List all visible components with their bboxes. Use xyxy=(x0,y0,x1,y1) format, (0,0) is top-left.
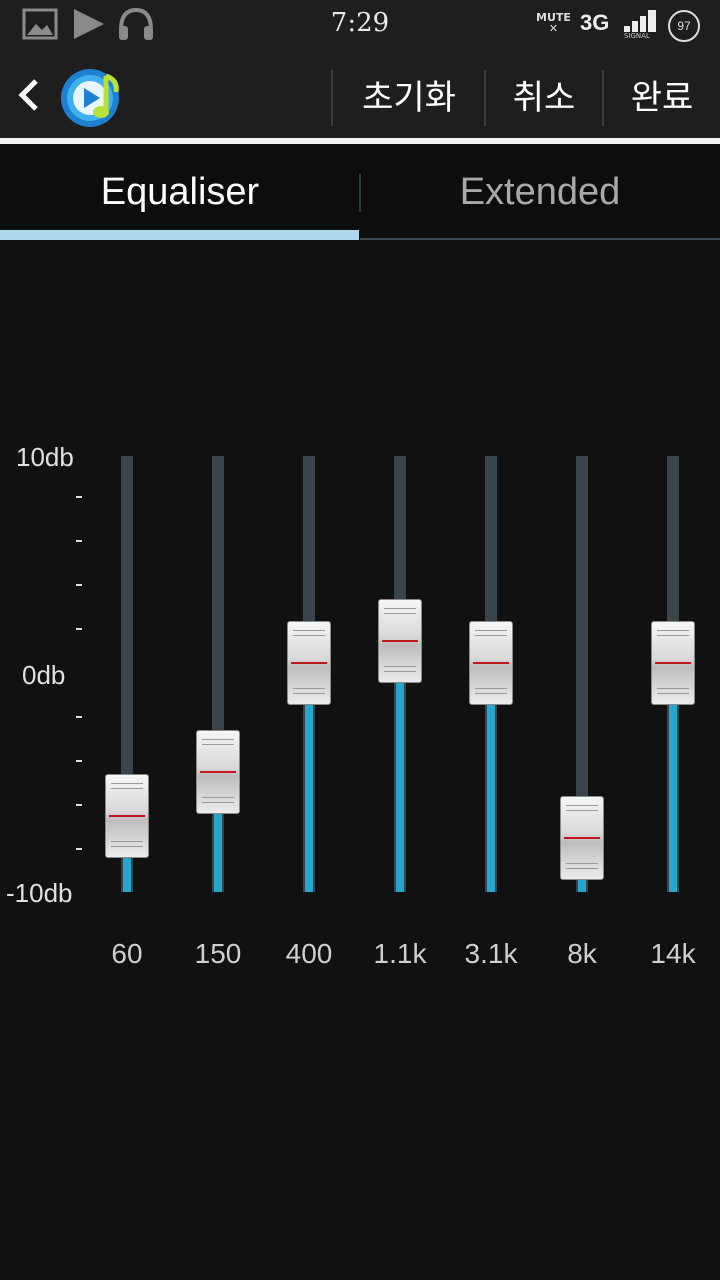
thumb-grip-line xyxy=(202,797,234,799)
thumb-center-line xyxy=(564,836,600,839)
thumb-center-line xyxy=(109,814,145,817)
db-tick xyxy=(76,848,82,850)
thumb-grip-line xyxy=(566,862,598,864)
thumb-grip-line xyxy=(475,635,507,637)
eq-band-label: 150 xyxy=(194,938,242,969)
mute-indicator: MUTE ✕ xyxy=(536,11,571,35)
thumb-center-line xyxy=(473,662,509,665)
thumb-center-line xyxy=(655,662,691,665)
db-tick xyxy=(76,496,82,498)
thumb-center-line xyxy=(291,662,327,665)
eq-slider-thumb-8k[interactable] xyxy=(560,795,604,880)
chevron-left-icon[interactable] xyxy=(14,78,44,112)
thumb-grip-line xyxy=(293,630,325,632)
db-tick xyxy=(76,804,82,806)
eq-slider-thumb-60[interactable] xyxy=(105,773,149,858)
tab-indicator xyxy=(0,230,359,240)
eq-slider-thumb-14k[interactable] xyxy=(651,621,695,706)
thumb-grip-line xyxy=(111,782,143,784)
action-bar: 초기화 취소 완료 xyxy=(0,50,720,138)
eq-band-label: 400 xyxy=(285,938,333,969)
music-player-icon[interactable] xyxy=(60,66,124,130)
db-tick xyxy=(76,584,82,586)
tab-underline xyxy=(360,238,720,240)
tab-equaliser[interactable]: Equaliser xyxy=(0,144,360,240)
db-min-label: -10db xyxy=(6,878,73,908)
reset-button[interactable]: 초기화 xyxy=(334,70,484,126)
db-tick xyxy=(76,760,82,762)
eq-band-label: 60 xyxy=(111,938,143,969)
thumb-grip-line xyxy=(202,739,234,741)
thumb-grip-line xyxy=(293,688,325,690)
signal-label: SIGNAL xyxy=(624,32,650,40)
db-tick xyxy=(76,716,82,718)
thumb-grip-line xyxy=(566,809,598,811)
eq-slider-thumb-150[interactable] xyxy=(196,730,240,815)
status-bar: 7:29 MUTE ✕ 3G SIGNAL 97 xyxy=(0,0,720,50)
thumb-grip-line xyxy=(657,693,689,695)
thumb-grip-line xyxy=(475,630,507,632)
tab-extended[interactable]: Extended xyxy=(360,144,720,240)
thumb-grip-line xyxy=(475,693,507,695)
thumb-grip-line xyxy=(657,630,689,632)
db-zero-label: 0db xyxy=(22,660,66,690)
thumb-grip-line xyxy=(202,744,234,746)
db-max-label: 10db xyxy=(16,442,74,472)
thumb-center-line xyxy=(200,771,236,774)
tab-bar: Equaliser Extended xyxy=(0,144,720,240)
thumb-grip-line xyxy=(657,688,689,690)
eq-band-label: 3.1k xyxy=(464,938,518,969)
thumb-grip-line xyxy=(566,804,598,806)
thumb-grip-line xyxy=(475,688,507,690)
thumb-grip-line xyxy=(384,608,416,610)
thumb-grip-line xyxy=(566,867,598,869)
status-time: 7:29 xyxy=(330,8,390,38)
thumb-grip-line xyxy=(111,787,143,789)
network-type: 3G xyxy=(580,10,610,35)
db-tick xyxy=(76,540,82,542)
battery-indicator: 97 xyxy=(668,10,700,42)
thumb-center-line xyxy=(382,640,418,643)
db-tick xyxy=(76,628,82,630)
thumb-grip-line xyxy=(657,635,689,637)
eq-band-label: 14k xyxy=(650,938,696,969)
eq-slider-thumb-3.1k[interactable] xyxy=(469,621,513,706)
thumb-grip-line xyxy=(293,693,325,695)
thumb-grip-line xyxy=(111,845,143,847)
mute-label: MUTE xyxy=(536,11,571,24)
thumb-grip-line xyxy=(293,635,325,637)
thumb-grip-line xyxy=(384,671,416,673)
thumb-grip-line xyxy=(384,613,416,615)
cancel-button[interactable]: 취소 xyxy=(486,70,602,126)
eq-slider-thumb-1.1k[interactable] xyxy=(378,599,422,684)
done-button[interactable]: 완료 xyxy=(604,70,720,126)
thumb-grip-line xyxy=(202,802,234,804)
eq-band-label: 8k xyxy=(567,938,597,969)
signal-icon xyxy=(624,10,656,32)
divider xyxy=(331,70,333,126)
thumb-grip-line xyxy=(111,840,143,842)
thumb-grip-line xyxy=(384,666,416,668)
eq-band-label: 1.1k xyxy=(373,938,427,969)
eq-slider-thumb-400[interactable] xyxy=(287,621,331,706)
